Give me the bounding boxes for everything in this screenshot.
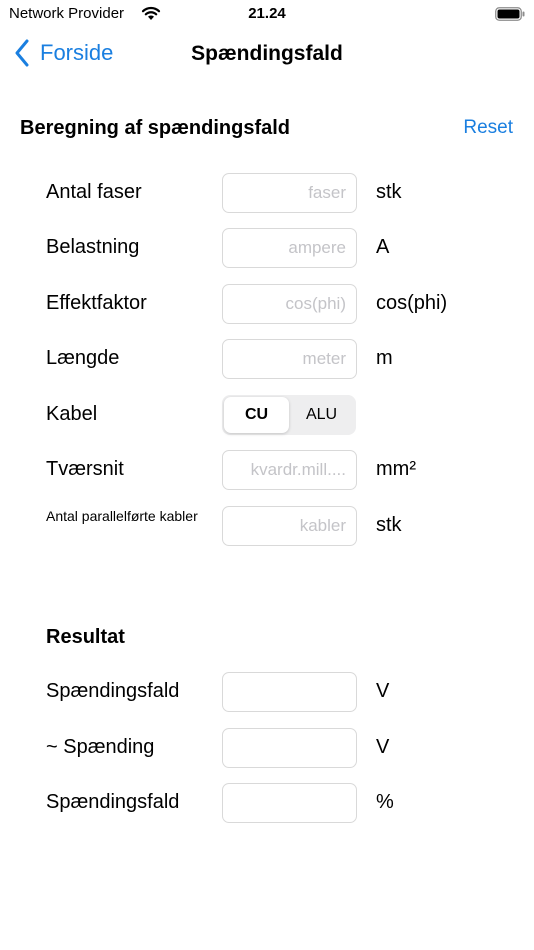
- parallel-cables-unit: stk: [376, 514, 402, 536]
- load-input[interactable]: [222, 228, 357, 268]
- calculation-section-title: Beregning af spændingsfald: [20, 117, 291, 139]
- cable-label: Kabel: [46, 403, 98, 425]
- cable-option-alu[interactable]: ALU: [289, 397, 354, 433]
- voltage-label: ~ Spænding: [46, 736, 155, 758]
- length-label: Længde: [46, 347, 120, 369]
- form-row-cable: Kabel CU ALU: [0, 395, 534, 435]
- status-bar: Network Provider 21.24: [0, 0, 534, 30]
- form-row-load: Belastning A: [0, 228, 534, 268]
- voltage-drop-output: [222, 672, 357, 712]
- length-unit: m: [376, 347, 393, 369]
- voltage-drop-percent-output: [222, 783, 357, 823]
- voltage-output: [222, 728, 357, 768]
- phases-unit: stk: [376, 181, 402, 203]
- load-label: Belastning: [46, 236, 140, 258]
- phases-input[interactable]: [222, 173, 357, 213]
- form-row-power-factor: Effektfaktor cos(phi): [0, 284, 534, 324]
- cross-section-input[interactable]: [222, 450, 357, 490]
- cross-section-label: Tværsnit: [46, 458, 124, 480]
- phases-label: Antal faser: [46, 181, 142, 203]
- result-row-voltage: ~ Spænding V: [0, 728, 534, 768]
- clock: 21.24: [248, 5, 286, 22]
- parallel-cables-input[interactable]: [222, 506, 357, 546]
- load-unit: A: [376, 236, 390, 258]
- power-factor-label: Effektfaktor: [46, 292, 147, 314]
- voltage-drop-unit: V: [376, 680, 390, 702]
- power-factor-unit: cos(phi): [376, 292, 448, 314]
- voltage-drop-percent-unit: %: [376, 791, 394, 813]
- form-row-parallel-cables: Antal parallelførte kabler stk: [0, 506, 534, 546]
- navigation-bar: Forside Spændingsfald: [0, 30, 534, 80]
- parallel-cables-label: Antal parallelførte kabler: [46, 508, 198, 524]
- result-row-voltage-drop: Spændingsfald V: [0, 672, 534, 712]
- voltage-drop-label: Spændingsfald: [46, 680, 180, 702]
- result-row-voltage-drop-percent: Spændingsfald %: [0, 783, 534, 823]
- form-row-length: Længde m: [0, 339, 534, 379]
- cable-segmented-control: CU ALU: [222, 395, 356, 435]
- result-section-title: Resultat: [46, 626, 125, 648]
- power-factor-input[interactable]: [222, 284, 357, 324]
- battery-icon: [495, 7, 525, 21]
- form-row-phases: Antal faser stk: [0, 173, 534, 213]
- form-row-cross-section: Tværsnit mm²: [0, 450, 534, 490]
- page-title: Spændingsfald: [191, 42, 343, 65]
- reset-button[interactable]: Reset: [463, 117, 513, 139]
- length-input[interactable]: [222, 339, 357, 379]
- cable-option-cu[interactable]: CU: [224, 397, 289, 433]
- voltage-unit: V: [376, 736, 390, 758]
- voltage-drop-percent-label: Spændingsfald: [46, 791, 180, 813]
- cross-section-unit: mm²: [376, 458, 416, 480]
